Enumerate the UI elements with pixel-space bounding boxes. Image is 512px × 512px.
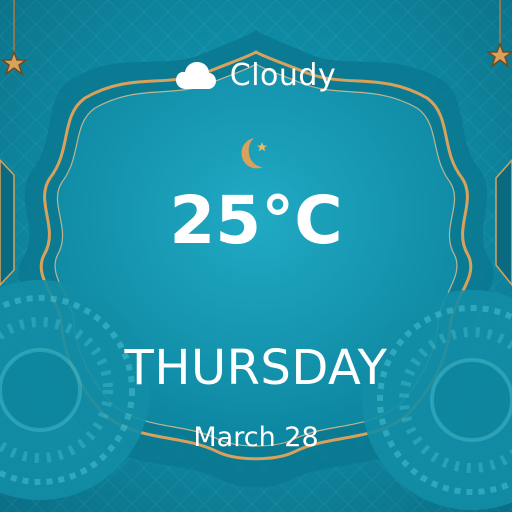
crescent-moon-star-icon bbox=[241, 138, 267, 169]
cloud-icon bbox=[175, 61, 216, 91]
weather-widget: Cloudy 25°C THURSDAY March 28 bbox=[0, 0, 512, 512]
date-label: March 28 bbox=[193, 422, 319, 453]
weather-condition-row: Cloudy bbox=[0, 58, 512, 93]
weather-condition: Cloudy bbox=[229, 58, 337, 93]
temperature-value: 25°C bbox=[169, 182, 343, 259]
day-of-week: THURSDAY bbox=[124, 340, 388, 396]
